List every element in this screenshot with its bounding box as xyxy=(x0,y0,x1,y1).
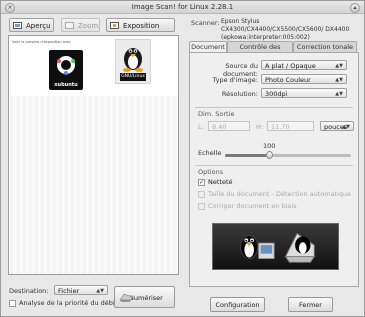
zoom-label: Zoom xyxy=(78,22,99,30)
xubuntu-logo: xubuntu xyxy=(49,50,83,90)
preview-icon xyxy=(13,22,22,29)
combo-arrow-icon: ▲▼ xyxy=(335,77,343,83)
preview-area[interactable]: Voici la preview d'exposition auto xubun… xyxy=(8,35,179,275)
source-value: A plat / Opaque xyxy=(265,62,316,70)
separator xyxy=(195,165,353,166)
scale-slider[interactable] xyxy=(225,151,351,159)
options-title: Options xyxy=(198,168,224,176)
source-combo[interactable]: A plat / Opaque ▲▼ xyxy=(261,60,347,70)
autoexposure-icon xyxy=(110,22,119,29)
docsize-label: Taille du document - Détection automatiq… xyxy=(208,190,352,198)
docsize-checkbox[interactable] xyxy=(198,191,205,198)
unit-combo[interactable]: pouces ▲▼ xyxy=(320,121,354,131)
preview-label: Aperçu xyxy=(26,22,51,30)
document-tab-panel: Source du document: A plat / Opaque ▲▼ Ty… xyxy=(189,52,359,287)
scan-button[interactable]: Numériser xyxy=(114,286,175,308)
tux-penguin-icon xyxy=(123,48,143,72)
zoom-button[interactable]: Zoom xyxy=(61,18,100,32)
destination-value: Fichier xyxy=(58,287,80,295)
output-size-title: Dim. Sortie xyxy=(198,110,235,118)
resolution-label: Résolution: xyxy=(221,90,258,98)
preview-header-text: Voici la preview d'exposition auto xyxy=(12,40,71,44)
image-type-value: Photo Couleur xyxy=(265,76,311,84)
window-title: Image Scan! for Linux 2.28.1 xyxy=(131,3,234,11)
scale-slider-handle[interactable] xyxy=(266,151,274,159)
autoexposure-button[interactable]: Exposition auto xyxy=(106,18,175,44)
scale-label: Echelle xyxy=(198,149,222,157)
sharpness-label: Netteté xyxy=(208,178,233,186)
priority-label: Analyse de la priorité du débit xyxy=(19,299,118,307)
height-label: H: xyxy=(256,123,264,131)
scanner-banner-image xyxy=(212,223,339,270)
destination-combo[interactable]: Fichier ▲▼ xyxy=(54,285,108,295)
scan-icon xyxy=(119,293,133,302)
resolution-combo[interactable]: 300dpi ▲▼ xyxy=(261,88,347,98)
separator xyxy=(195,107,353,108)
maximize-window-icon[interactable]: ▴ xyxy=(350,3,360,13)
preview-button[interactable]: Aperçu xyxy=(9,18,54,32)
xubuntu-caption: xubuntu xyxy=(54,82,78,88)
title-bar: × Image Scan! for Linux 2.28.1 ▴ xyxy=(1,1,364,14)
sharpness-checkbox[interactable]: ✓ xyxy=(198,179,205,186)
tab-tone-correction[interactable]: Correction tonale xyxy=(293,41,357,52)
gnu-linux-logo: GNU/Linux xyxy=(115,39,151,84)
scan-paper-texture xyxy=(9,96,178,274)
destination-label: Destination: xyxy=(9,287,49,295)
zoom-icon xyxy=(65,22,74,29)
scan-label: Numériser xyxy=(129,294,163,302)
tab-image-control[interactable]: Contrôle des images xyxy=(227,41,293,62)
combo-arrow-icon: ▲▼ xyxy=(335,63,343,69)
gnu-linux-caption: GNU/Linux xyxy=(120,73,146,81)
combo-arrow-icon: ▲▼ xyxy=(96,288,104,294)
combo-arrow-icon: ▲▼ xyxy=(342,124,350,130)
combo-arrow-icon: ▲▼ xyxy=(335,91,343,97)
priority-checkbox[interactable] xyxy=(9,300,16,307)
configuration-button[interactable]: Configuration xyxy=(210,297,265,312)
width-label: L: xyxy=(198,123,204,131)
scale-value: 100 xyxy=(263,142,276,150)
image-type-label: Type d'image: xyxy=(212,76,258,84)
scanner-name: Epson Stylus CX4300/CX4400/CX5500/CX5600… xyxy=(221,18,350,41)
width-field[interactable]: 8.40 xyxy=(208,121,250,131)
height-field[interactable]: 11.70 xyxy=(267,121,314,131)
deskew-label: Corriger document en biais xyxy=(208,202,297,210)
penguin-scanner-icon xyxy=(240,232,316,263)
scanner-label: Scanner: xyxy=(191,19,220,27)
deskew-checkbox[interactable] xyxy=(198,203,205,210)
main-window: × Image Scan! for Linux 2.28.1 ▴ Aperçu … xyxy=(0,0,365,317)
scale-slider-fill xyxy=(225,154,270,157)
close-window-icon[interactable]: × xyxy=(5,3,15,13)
resolution-value: 300dpi xyxy=(265,90,288,98)
close-button[interactable]: Fermer xyxy=(288,297,333,312)
image-type-combo[interactable]: Photo Couleur ▲▼ xyxy=(261,74,347,84)
